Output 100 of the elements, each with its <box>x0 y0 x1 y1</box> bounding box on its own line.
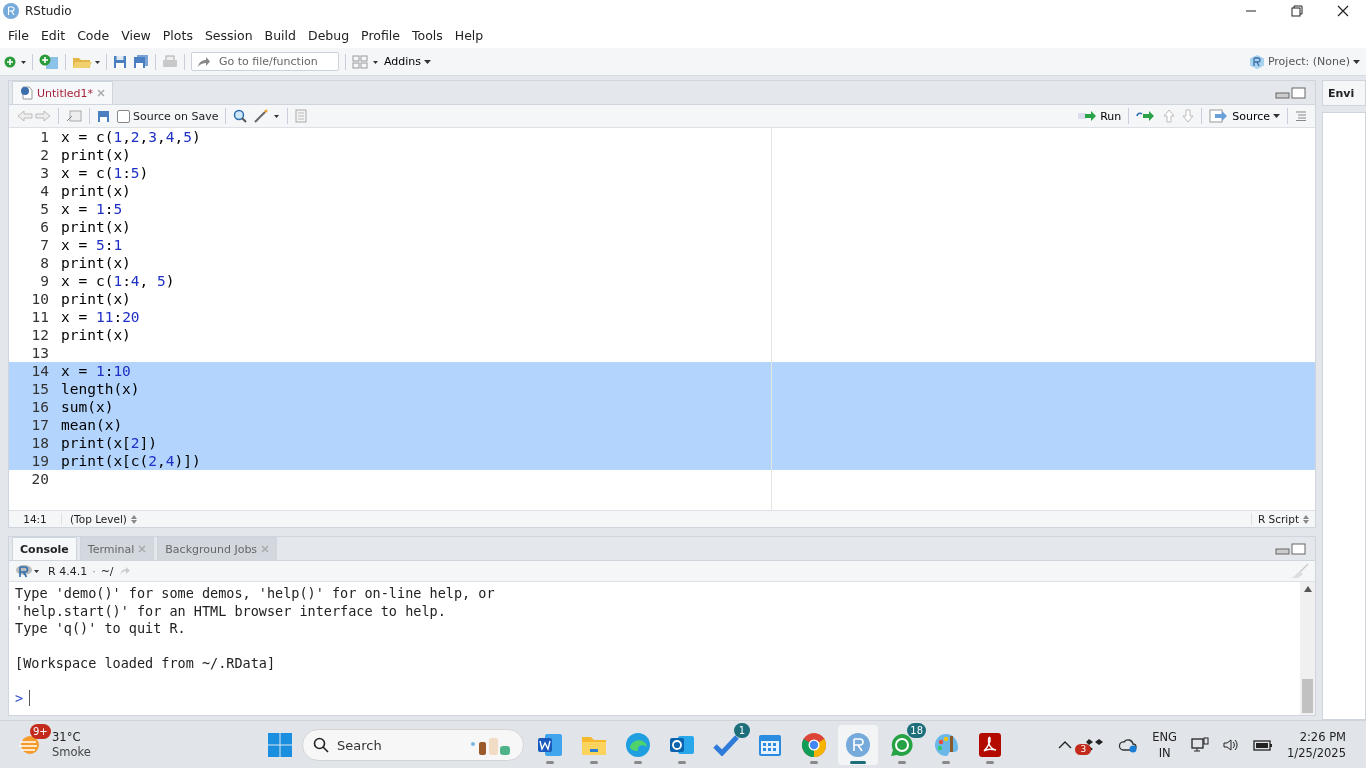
console-text: [Workspace loaded from ~/.RData] <box>15 655 277 673</box>
folder-icon[interactable] <box>581 734 607 756</box>
menu-item[interactable]: Help <box>448 27 490 43</box>
weather-icon[interactable] <box>18 734 42 756</box>
code-line: print(x) <box>61 254 131 272</box>
go-to-file-field[interactable]: Go to file/function <box>191 52 339 71</box>
scrollbar-thumb[interactable] <box>1302 679 1313 713</box>
window-title: RStudio <box>25 4 72 18</box>
menu-item[interactable]: File <box>2 27 35 43</box>
minimize-pane-icon[interactable] <box>1275 543 1307 555</box>
line-number: 18 <box>30 434 50 452</box>
checkmark-app-icon[interactable] <box>713 734 739 756</box>
project-cube-icon <box>1248 53 1265 70</box>
chat-app-icon[interactable] <box>889 732 915 758</box>
search-field[interactable]: Search <box>302 729 524 761</box>
console-output[interactable]: Type 'demo()' for some demos, 'help()' for on-line help, or 'help.start()' for an HTML browser interface to help. Type 'q()' to quit R. [Workspace loaded from ~/.RData] > <box>9 582 1300 715</box>
search-icon <box>313 737 329 753</box>
show-in-window-icon[interactable] <box>66 109 82 123</box>
code-line: print(x) <box>61 218 131 236</box>
ring-app-icon[interactable] <box>801 732 827 758</box>
editor-tab[interactable]: Untitled1* <box>12 81 113 104</box>
network-icon[interactable] <box>1191 737 1210 753</box>
minimize-pane-icon[interactable] <box>1275 87 1307 99</box>
region-indicator[interactable]: IN <box>1158 745 1171 761</box>
search-icon[interactable] <box>233 109 248 123</box>
rerun-icon[interactable] <box>1136 111 1157 121</box>
close-icon[interactable] <box>1337 5 1349 17</box>
start-icon[interactable] <box>268 733 292 757</box>
code-line: print(x[2]) <box>61 434 158 452</box>
menu-item[interactable]: Edit <box>34 27 72 43</box>
clock-time[interactable]: 2:26 PM <box>1299 729 1346 745</box>
menu-item[interactable]: Profile <box>355 27 406 43</box>
r-version: R 4.4.1 <box>48 564 88 578</box>
calendar-icon[interactable] <box>758 733 782 757</box>
menu-item[interactable]: Debug <box>302 27 356 43</box>
menu-item[interactable]: View <box>115 27 157 43</box>
console-text: 'help.start()' for an HTML browser interface to help. <box>15 602 447 620</box>
grid-layout-icon[interactable] <box>352 54 378 69</box>
code-line: x = 11:20 <box>61 308 140 326</box>
scrollbar[interactable] <box>1300 582 1315 715</box>
document-app-icon[interactable] <box>537 733 563 757</box>
new-project-icon[interactable] <box>39 53 59 70</box>
scope-selector[interactable]: (Top Level) <box>62 513 137 525</box>
line-number: 15 <box>30 380 50 398</box>
weather-condition: Smoke <box>52 745 91 760</box>
code-line: x = 5:1 <box>61 236 123 254</box>
language-indicator[interactable]: ENG <box>1152 729 1178 745</box>
outline-icon[interactable] <box>1295 111 1307 121</box>
clock-date[interactable]: 1/25/2025 <box>1287 745 1346 761</box>
new-file-icon[interactable] <box>4 54 26 69</box>
scroll-up-icon[interactable] <box>1303 586 1312 592</box>
code-line: x = c(1:5) <box>61 164 149 182</box>
swirl-app-icon[interactable] <box>625 732 651 758</box>
code-line: print(x) <box>61 290 131 308</box>
code-line: sum(x) <box>61 398 114 416</box>
source-button[interactable]: Source <box>1209 109 1280 123</box>
source-on-save-checkbox[interactable] <box>117 109 130 123</box>
magic-wand-icon[interactable] <box>254 109 281 123</box>
pdf-app-icon[interactable] <box>978 732 1002 758</box>
console-tab[interactable]: Terminal <box>79 537 155 560</box>
menu-item[interactable]: Code <box>71 27 116 43</box>
run-button[interactable]: Run <box>1077 109 1122 123</box>
r-app-icon[interactable] <box>845 732 871 758</box>
line-number: 14 <box>30 362 50 380</box>
chevron-up-icon[interactable] <box>1058 740 1073 750</box>
up-down-icon <box>130 514 137 524</box>
code-line: mean(x) <box>61 416 123 434</box>
line-number: 17 <box>30 416 50 434</box>
console-text: Type 'demo()' for some demos, 'help()' for on-line help, or <box>15 585 496 603</box>
save-all-icon[interactable] <box>133 54 149 69</box>
code-line: x = c(1,2,3,4,5) <box>61 128 201 146</box>
battery-icon[interactable] <box>1253 739 1274 751</box>
code-line: length(x) <box>61 380 140 398</box>
source-arrow-icon <box>1209 109 1230 123</box>
save-icon[interactable] <box>97 109 110 123</box>
environment-tab[interactable]: Envi <box>1322 80 1366 106</box>
palette-icon[interactable] <box>933 732 959 758</box>
console-tab[interactable]: Background Jobs <box>157 537 278 560</box>
file-type-selector[interactable]: R Script <box>1250 513 1315 525</box>
checkbox-label: Source on Save <box>133 109 219 123</box>
volume-icon[interactable] <box>1223 738 1240 752</box>
mail-app-icon[interactable] <box>669 733 695 757</box>
close-tab-icon[interactable] <box>97 89 105 97</box>
working-directory: ~/ <box>100 564 114 578</box>
addins-menu[interactable]: Addins <box>384 55 432 68</box>
r-logo-icon <box>3 3 19 19</box>
notification-badge: 9+ <box>30 724 51 739</box>
menu-item[interactable]: Build <box>258 27 302 43</box>
console-text: Type 'q()' to quit R. <box>15 620 187 638</box>
restore-icon[interactable] <box>1291 5 1303 17</box>
cloud-sync-icon[interactable] <box>1118 737 1139 753</box>
project-menu[interactable]: Project: (None) <box>1248 53 1360 70</box>
code-line: print(x) <box>61 326 131 344</box>
console-prompt: > <box>15 689 24 707</box>
console-tab[interactable]: Console <box>12 537 77 560</box>
menu-item[interactable]: Tools <box>406 27 449 43</box>
menu-item[interactable]: Plots <box>156 27 199 43</box>
save-icon[interactable] <box>113 54 127 69</box>
menu-item[interactable]: Session <box>198 27 259 43</box>
cursor-position: 14:1 <box>9 513 62 525</box>
